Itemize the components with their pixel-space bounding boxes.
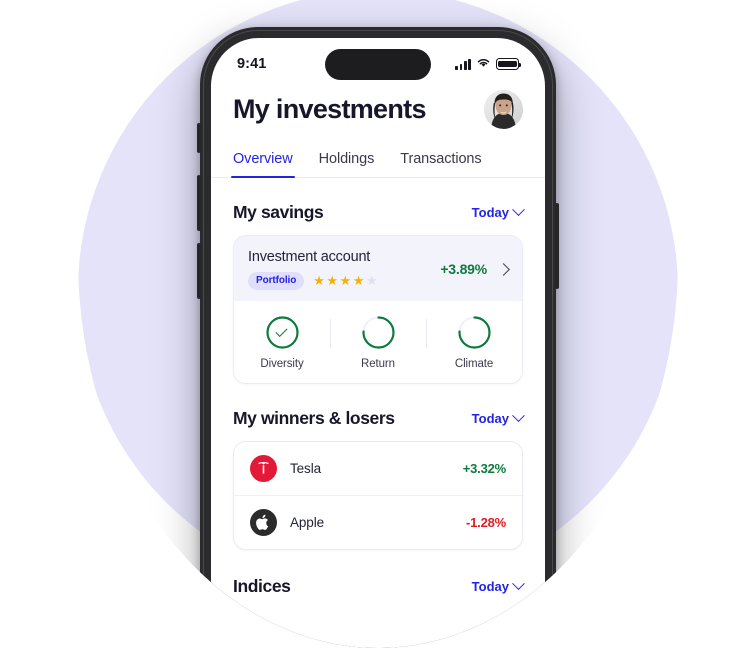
avatar[interactable] <box>484 90 523 129</box>
account-info: Investment account Portfolio ★ ★ ★ ★ ★ <box>248 249 378 290</box>
status-time: 9:41 <box>237 56 267 72</box>
return-progress-ring <box>361 315 396 350</box>
chevron-down-icon <box>512 203 525 217</box>
instrument-change: -1.28% <box>466 514 506 530</box>
instrument-name: Apple <box>290 514 325 530</box>
rating-stars: ★ ★ ★ ★ ★ <box>313 274 377 287</box>
volume-down-button[interactable] <box>197 243 201 299</box>
indices-period-filter[interactable]: Today <box>471 576 525 594</box>
metric-label: Climate <box>454 357 494 370</box>
savings-filter-label: Today <box>471 205 509 220</box>
volume-up-button[interactable] <box>197 175 201 231</box>
star-icon: ★ <box>326 273 339 289</box>
winners-losers-title: My winners & losers <box>233 407 395 428</box>
dynamic-island <box>325 49 431 80</box>
metric-label: Return <box>361 357 395 370</box>
diversity-progress-ring <box>265 315 300 350</box>
apple-logo-icon <box>250 508 277 536</box>
winners-losers-filter-label: Today <box>471 410 509 426</box>
winners-losers-section-header: My winners & losers Today <box>211 408 545 429</box>
star-icon: ★ <box>352 273 365 289</box>
app-header: My investments <box>211 84 545 129</box>
power-button[interactable] <box>555 203 559 289</box>
indices-title: Indices <box>233 575 291 596</box>
star-icon: ★ <box>339 273 352 289</box>
chevron-down-icon <box>512 576 525 590</box>
account-meta: Portfolio ★ ★ ★ ★ ★ <box>248 272 378 290</box>
winners-losers-card: Tesla +3.32% Apple -1.28% <box>233 440 523 550</box>
indices-filter-label: Today <box>471 578 509 594</box>
star-icon: ★ <box>313 273 325 289</box>
tab-transactions[interactable]: Transactions <box>400 151 481 177</box>
metrics-row: Diversity Return Climate <box>234 300 522 383</box>
circular-mask: 9:41 My investments Overview Holdings Tr… <box>78 0 678 648</box>
tab-holdings[interactable]: Holdings <box>319 151 375 177</box>
list-item[interactable]: Tesla +3.32% <box>234 442 522 495</box>
metric-return[interactable]: Return <box>330 315 426 370</box>
metric-diversity[interactable]: Diversity <box>234 315 330 370</box>
instrument-change: +3.32% <box>462 460 506 476</box>
account-name: Investment account <box>248 249 371 265</box>
phone-screen: 9:41 My investments Overview Holdings Tr… <box>211 38 545 648</box>
star-icon-empty: ★ <box>365 273 378 289</box>
status-badge: Portfolio <box>248 272 305 290</box>
app-content: My investments Overview Holdings Transac… <box>211 84 545 648</box>
chevron-right-icon[interactable] <box>497 262 510 276</box>
savings-period-filter[interactable]: Today <box>471 203 525 220</box>
winners-losers-period-filter[interactable]: Today <box>471 408 525 426</box>
metric-label: Diversity <box>260 357 304 370</box>
phone-mockup: 9:41 My investments Overview Holdings Tr… <box>197 27 559 648</box>
tab-overview[interactable]: Overview <box>231 151 295 179</box>
metric-climate[interactable]: Climate <box>426 315 522 370</box>
list-item[interactable]: Apple -1.28% <box>234 494 522 549</box>
indices-section-header: Indices Today <box>211 576 545 597</box>
tab-bar: Overview Holdings Transactions <box>211 129 545 179</box>
chevron-down-icon <box>512 408 525 422</box>
instrument-name: Tesla <box>290 460 322 476</box>
silent-switch-button[interactable] <box>197 123 201 153</box>
investment-account-row[interactable]: Investment account Portfolio ★ ★ ★ ★ ★ +… <box>234 236 522 301</box>
wifi-icon <box>476 55 491 73</box>
page-title: My investments <box>233 94 426 124</box>
screenshot-stage: 9:41 My investments Overview Holdings Tr… <box>0 0 755 648</box>
climate-progress-ring <box>457 315 492 350</box>
savings-section-header: My savings Today <box>211 202 545 223</box>
account-change-group: +3.89% <box>440 261 510 278</box>
cellular-signal-icon <box>455 58 471 70</box>
savings-card: Investment account Portfolio ★ ★ ★ ★ ★ +… <box>233 235 523 384</box>
battery-full-icon <box>496 58 522 70</box>
account-change-value: +3.89% <box>440 261 487 278</box>
savings-title: My savings <box>233 202 324 222</box>
tesla-logo-icon <box>250 454 277 482</box>
status-icons <box>455 49 522 73</box>
